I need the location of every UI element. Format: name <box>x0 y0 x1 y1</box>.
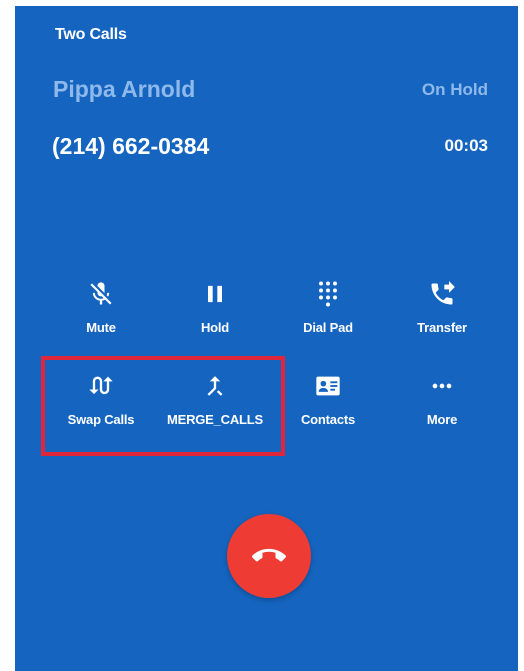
swap-calls-label: Swap Calls <box>67 412 135 427</box>
mute-label: Mute <box>86 320 116 335</box>
hold-button[interactable]: Hold <box>160 280 270 335</box>
contacts-button[interactable]: Contacts <box>273 372 383 427</box>
more-horizontal-icon <box>432 383 452 389</box>
mute-button[interactable]: Mute <box>46 280 156 335</box>
contact-card-icon <box>316 376 340 396</box>
pause-icon <box>208 285 222 303</box>
call-panel: Two Calls Pippa Arnold On Hold (214) 662… <box>15 6 518 671</box>
swap-calls-icon <box>89 376 113 395</box>
more-button[interactable]: More <box>387 372 497 427</box>
dial-pad-label: Dial Pad <box>303 320 353 335</box>
call-header: Two Calls <box>55 26 127 43</box>
call-status: On Hold <box>421 80 488 99</box>
merge-calls-label: MERGE_CALLS <box>166 412 264 427</box>
call-end-icon <box>252 548 286 562</box>
dial-pad-button[interactable]: Dial Pad <box>273 280 383 335</box>
more-label: More <box>426 412 458 427</box>
hold-label: Hold <box>200 320 230 335</box>
end-call-button[interactable] <box>227 514 311 598</box>
transfer-button[interactable]: Transfer <box>387 280 497 335</box>
contacts-label: Contacts <box>300 412 356 427</box>
contact-name: Pippa Arnold <box>53 76 196 102</box>
phone-number: (214) 662-0384 <box>52 133 210 159</box>
dialpad-icon <box>319 281 337 307</box>
call-duration: 00:03 <box>444 136 488 155</box>
merge-icon <box>207 376 223 396</box>
mic-off-icon <box>90 282 112 305</box>
swap-calls-button[interactable]: Swap Calls <box>46 372 156 427</box>
transfer-label: Transfer <box>417 320 467 335</box>
merge-calls-button[interactable]: MERGE_CALLS <box>160 372 270 427</box>
phone-forward-icon <box>431 281 455 305</box>
